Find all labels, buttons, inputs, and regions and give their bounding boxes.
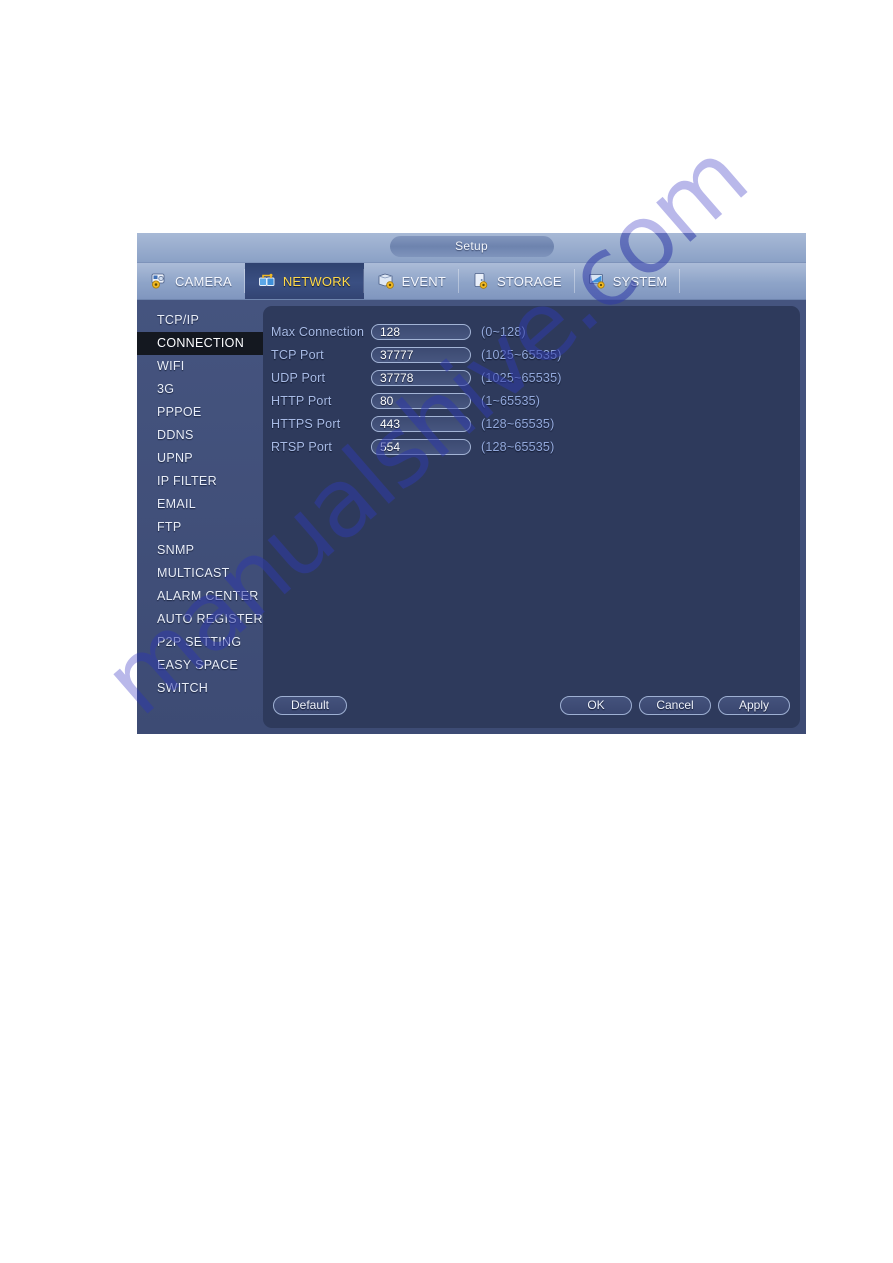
sidebar-item-multicast[interactable]: MULTICAST — [137, 562, 263, 585]
tab-storage[interactable]: STORAGE — [459, 263, 575, 299]
storage-gear-icon — [471, 272, 491, 290]
max-connection-hint: (0~128) — [481, 324, 526, 339]
sidebar-item-ip-filter[interactable]: IP FILTER — [137, 470, 263, 493]
sidebar-item-upnp[interactable]: UPNP — [137, 447, 263, 470]
sidebar-item-switch[interactable]: SWITCH — [137, 677, 263, 700]
rtsp-port-input[interactable] — [371, 438, 471, 455]
tab-label: SYSTEM — [612, 273, 668, 289]
udp-port-hint: (1025~65535) — [481, 370, 562, 385]
system-gear-icon — [587, 272, 607, 290]
https-port-label: HTTPS Port — [271, 416, 341, 431]
udp-port-input[interactable] — [371, 369, 471, 386]
http-port-label: HTTP Port — [271, 393, 332, 408]
https-port-hint: (128~65535) — [481, 416, 555, 431]
rtsp-port-hint: (128~65535) — [481, 439, 555, 454]
sidebar-item-wifi[interactable]: WIFI — [137, 355, 263, 378]
sidebar-item-alarm-center[interactable]: ALARM CENTER — [137, 585, 263, 608]
sidebar-item-connection[interactable]: CONNECTION — [137, 332, 276, 355]
sidebar-item-p2p-setting[interactable]: P2P SETTING — [137, 631, 263, 654]
network-sidebar: TCP/IP CONNECTION WIFI 3G PPPOE DDNS UPN… — [137, 306, 276, 728]
sidebar-item-ddns[interactable]: DDNS — [137, 424, 263, 447]
max-connection-input[interactable] — [371, 323, 471, 340]
connection-settings-panel: Max Connection (0~128) TCP Port (1025~65… — [263, 306, 800, 728]
sidebar-item-tcpip[interactable]: TCP/IP — [137, 309, 263, 332]
sidebar-item-email[interactable]: EMAIL — [137, 493, 263, 516]
apply-button[interactable]: Apply — [718, 696, 790, 715]
sidebar-item-ftp[interactable]: FTP — [137, 516, 263, 539]
tcp-port-label: TCP Port — [271, 347, 324, 362]
ok-button[interactable]: OK — [560, 696, 632, 715]
sidebar-item-snmp[interactable]: SNMP — [137, 539, 263, 562]
tcp-port-input[interactable] — [371, 346, 471, 363]
network-icon — [257, 272, 277, 290]
form-row-udp-port: UDP Port (1025~65535) — [263, 366, 800, 389]
tab-label: NETWORK — [282, 273, 351, 289]
form-row-max-connection: Max Connection (0~128) — [263, 320, 800, 343]
http-port-hint: (1~65535) — [481, 393, 541, 408]
main-tab-bar: CAMERA NETWORK EVENT STORAGE SYSTEM — [137, 263, 806, 300]
tab-label: STORAGE — [497, 273, 562, 289]
tab-network[interactable]: NETWORK — [244, 263, 364, 299]
event-gear-icon — [376, 272, 396, 290]
setup-dialog-window: Setup CAMERA NETWORK EVENT STORAGE SYSTE… — [137, 233, 806, 734]
https-port-input[interactable] — [371, 415, 471, 432]
form-row-rtsp-port: RTSP Port (128~65535) — [263, 435, 800, 458]
default-button[interactable]: Default — [273, 696, 347, 715]
tab-label: EVENT — [401, 273, 447, 289]
sidebar-item-auto-register[interactable]: AUTO REGISTER — [137, 608, 263, 631]
tcp-port-hint: (1025~65535) — [481, 347, 562, 362]
max-connection-label: Max Connection — [271, 324, 365, 339]
dialog-title-bar: Setup — [137, 233, 806, 263]
camera-gear-icon — [149, 272, 169, 290]
dialog-body: TCP/IP CONNECTION WIFI 3G PPPOE DDNS UPN… — [137, 300, 806, 734]
sidebar-item-3g[interactable]: 3G — [137, 378, 263, 401]
sidebar-item-pppoe[interactable]: PPPOE — [137, 401, 263, 424]
cancel-button[interactable]: Cancel — [639, 696, 711, 715]
dialog-title: Setup — [389, 236, 554, 257]
tab-system[interactable]: SYSTEM — [575, 263, 681, 299]
http-port-input[interactable] — [371, 392, 471, 409]
rtsp-port-label: RTSP Port — [271, 439, 333, 454]
form-row-http-port: HTTP Port (1~65535) — [263, 389, 800, 412]
tab-label: CAMERA — [175, 273, 232, 289]
dialog-button-row: Default OK Cancel Apply — [263, 696, 800, 716]
udp-port-label: UDP Port — [271, 370, 326, 385]
tab-camera[interactable]: CAMERA — [137, 263, 245, 299]
form-row-tcp-port: TCP Port (1025~65535) — [263, 343, 800, 366]
tab-event[interactable]: EVENT — [364, 263, 460, 299]
form-row-https-port: HTTPS Port (128~65535) — [263, 412, 800, 435]
sidebar-item-easy-space[interactable]: EASY SPACE — [137, 654, 263, 677]
